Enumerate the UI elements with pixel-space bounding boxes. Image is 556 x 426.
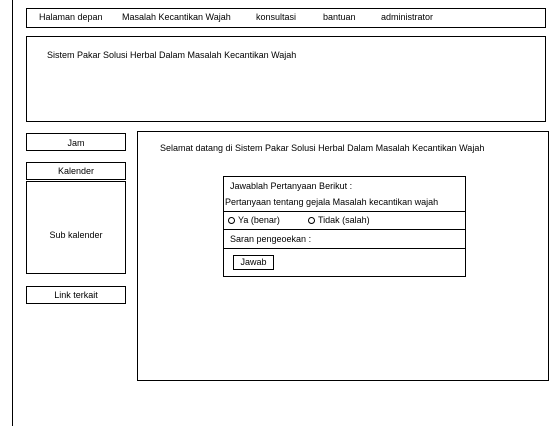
clock-label: Jam xyxy=(67,138,85,148)
welcome-text: Selamat datang di Sistem Pakar Solusi He… xyxy=(160,143,485,153)
calendar-widget[interactable]: Kalender xyxy=(26,162,126,180)
option-yes-label: Ya (benar) xyxy=(238,215,280,225)
calendar-label: Kalender xyxy=(57,166,95,176)
clock-widget: Jam xyxy=(26,133,126,151)
option-no-label: Tidak (salah) xyxy=(318,215,370,225)
form-heading: Jawablah Pertanyaan Berikut : xyxy=(230,181,353,191)
suggestion-label: Saran pengeoekan : xyxy=(230,234,312,244)
related-links-label[interactable]: Link terkait xyxy=(27,290,125,300)
related-links-widget[interactable]: Link terkait xyxy=(26,286,126,304)
radio-yes[interactable] xyxy=(228,217,235,224)
answer-options-row: Ya (benar) Tidak (salah) xyxy=(223,211,466,230)
nav-item-facial-problems[interactable]: Masalah Kecantikan Wajah xyxy=(122,12,231,22)
radio-no[interactable] xyxy=(308,217,315,224)
nav-item-administrator[interactable]: administrator xyxy=(381,12,433,22)
nav-item-consultation[interactable]: konsultasi xyxy=(256,12,296,22)
option-yes[interactable]: Ya (benar) xyxy=(228,215,280,225)
nav-item-home[interactable]: Halaman depan xyxy=(39,12,103,22)
answer-button[interactable]: Jawab xyxy=(233,255,274,270)
site-title: Sistem Pakar Solusi Herbal Dalam Masalah… xyxy=(47,50,297,60)
sub-calendar-widget: Sub kalender xyxy=(26,181,126,274)
question-row: Pertanyaan tentang gejala Masalah kecant… xyxy=(223,194,466,212)
sub-calendar-label: Sub kalender xyxy=(49,230,103,240)
question-text: Pertanyaan tentang gejala Masalah kecant… xyxy=(225,197,439,207)
option-no[interactable]: Tidak (salah) xyxy=(308,215,370,225)
nav-item-help[interactable]: bantuan xyxy=(323,12,356,22)
top-navigation: Halaman depan Masalah Kecantikan Wajah k… xyxy=(26,8,546,28)
divider xyxy=(223,248,466,249)
header-banner: Sistem Pakar Solusi Herbal Dalam Masalah… xyxy=(26,36,546,122)
form-heading-row: Jawablah Pertanyaan Berikut : xyxy=(223,176,466,195)
